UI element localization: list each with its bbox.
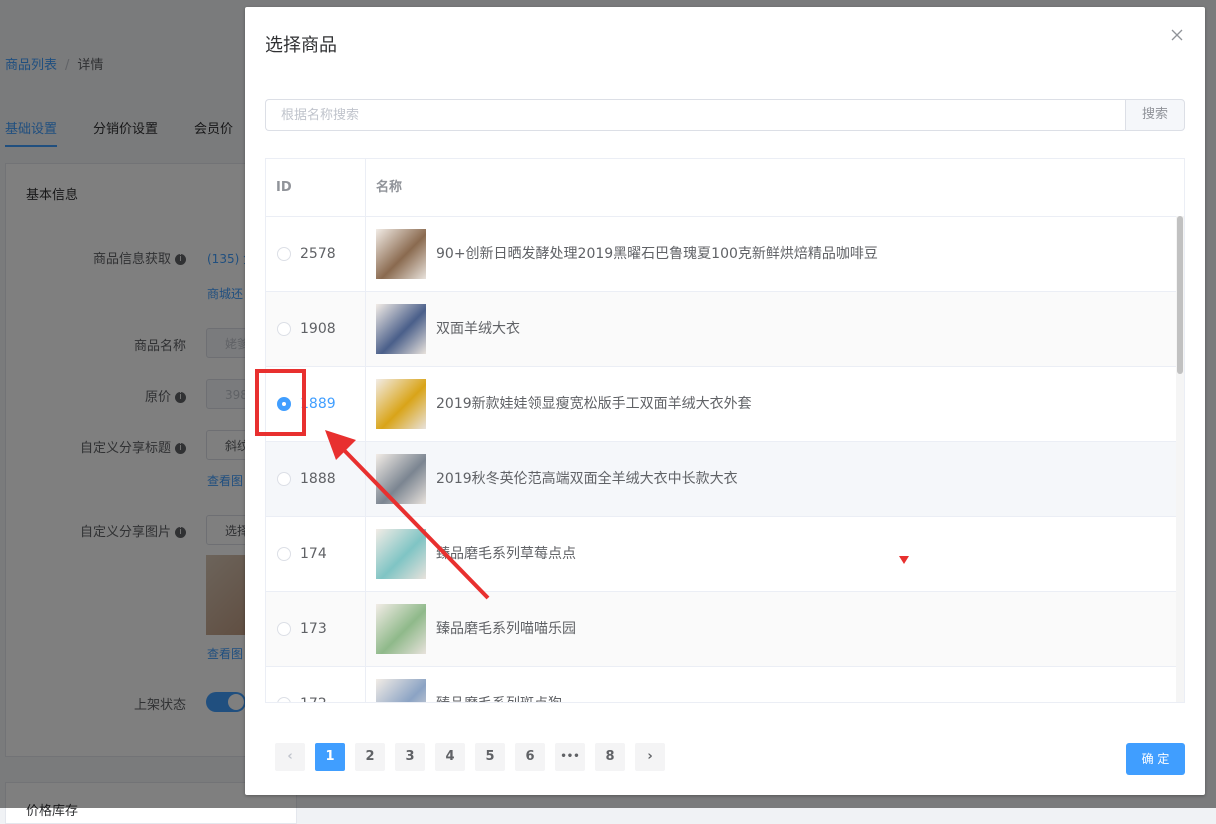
- product-thumbnail: [376, 679, 426, 702]
- table-header: ID 名称: [266, 159, 1176, 217]
- name-cell: 90+创新日晒发酵处理2019黑曜石巴鲁瑰夏100克新鲜烘焙精品咖啡豆: [366, 217, 1176, 291]
- product-thumbnail: [376, 604, 426, 654]
- table-row[interactable]: 1889 2019新款娃娃领显瘦宽松版手工双面羊绒大衣外套: [266, 367, 1176, 442]
- product-name: 90+创新日晒发酵处理2019黑曜石巴鲁瑰夏100克新鲜烘焙精品咖啡豆: [436, 246, 878, 262]
- product-name: 臻品磨毛系列斑点狗: [436, 667, 562, 702]
- page-2[interactable]: 2: [355, 743, 385, 771]
- id-cell: 1888: [266, 442, 366, 516]
- select-radio[interactable]: [277, 547, 291, 561]
- page-6[interactable]: 6: [515, 743, 545, 771]
- table-row[interactable]: 173 臻品磨毛系列喵喵乐园: [266, 592, 1176, 667]
- id-cell: 173: [266, 592, 366, 666]
- id-cell: 174: [266, 517, 366, 591]
- search-input[interactable]: [265, 99, 1126, 131]
- name-cell: 臻品磨毛系列斑点狗: [366, 667, 1176, 702]
- table-row[interactable]: 1908 双面羊绒大衣: [266, 292, 1176, 367]
- page-5[interactable]: 5: [475, 743, 505, 771]
- name-cell: 2019新款娃娃领显瘦宽松版手工双面羊绒大衣外套: [366, 367, 1176, 441]
- select-radio[interactable]: [277, 322, 291, 336]
- product-thumbnail: [376, 454, 426, 504]
- id-cell: 172: [266, 667, 366, 702]
- table-row[interactable]: 172 臻品磨毛系列斑点狗: [266, 667, 1176, 702]
- product-thumbnail: [376, 304, 426, 354]
- id-cell: 2578: [266, 217, 366, 291]
- table-body: 2578 90+创新日晒发酵处理2019黑曜石巴鲁瑰夏100克新鲜烘焙精品咖啡豆 1…: [266, 217, 1176, 702]
- select-radio[interactable]: [277, 697, 291, 702]
- product-thumbnail: [376, 379, 426, 429]
- product-thumbnail: [376, 529, 426, 579]
- name-cell: 臻品磨毛系列草莓点点: [366, 517, 1176, 591]
- more-pages-ellipsis[interactable]: •••: [555, 743, 585, 771]
- page-3[interactable]: 3: [395, 743, 425, 771]
- cursor-marker: [899, 556, 909, 564]
- close-icon[interactable]: [1169, 27, 1185, 43]
- prev-page-button[interactable]: ‹: [275, 743, 305, 771]
- page-1[interactable]: 1: [315, 743, 345, 771]
- page-8[interactable]: 8: [595, 743, 625, 771]
- product-id: 1908: [300, 321, 336, 337]
- search-bar: 搜索: [265, 99, 1185, 131]
- name-cell: 2019秋冬英伦范高端双面全羊绒大衣中长款大衣: [366, 442, 1176, 516]
- product-name: 双面羊绒大衣: [436, 321, 520, 337]
- select-radio[interactable]: [277, 472, 291, 486]
- scrollbar-thumb[interactable]: [1177, 216, 1183, 374]
- product-thumbnail: [376, 229, 426, 279]
- search-button[interactable]: 搜索: [1125, 99, 1185, 131]
- product-id: 1888: [300, 471, 336, 487]
- select-radio[interactable]: [277, 622, 291, 636]
- annotation-highlight-box: [255, 369, 306, 436]
- product-id: 174: [300, 546, 327, 562]
- table-row[interactable]: 1888 2019秋冬英伦范高端双面全羊绒大衣中长款大衣: [266, 442, 1176, 517]
- name-cell: 臻品磨毛系列喵喵乐园: [366, 592, 1176, 666]
- table-row[interactable]: 2578 90+创新日晒发酵处理2019黑曜石巴鲁瑰夏100克新鲜烘焙精品咖啡豆: [266, 217, 1176, 292]
- product-id: 173: [300, 621, 327, 637]
- table-row[interactable]: 174 臻品磨毛系列草莓点点: [266, 517, 1176, 592]
- dialog-title: 选择商品: [265, 35, 337, 56]
- table-scrollbar[interactable]: [1176, 216, 1184, 702]
- product-name: 臻品磨毛系列草莓点点: [436, 546, 576, 562]
- page-4[interactable]: 4: [435, 743, 465, 771]
- product-name: 2019新款娃娃领显瘦宽松版手工双面羊绒大衣外套: [436, 396, 752, 412]
- id-cell: 1908: [266, 292, 366, 366]
- confirm-button[interactable]: 确 定: [1126, 743, 1185, 775]
- product-name: 臻品磨毛系列喵喵乐园: [436, 621, 576, 637]
- column-header-name: 名称: [376, 180, 403, 195]
- product-id: 172: [300, 667, 327, 702]
- product-name: 2019秋冬英伦范高端双面全羊绒大衣中长款大衣: [436, 471, 738, 487]
- product-id: 2578: [300, 246, 336, 262]
- next-page-button[interactable]: ›: [635, 743, 665, 771]
- product-table: ID 名称 2578 90+创新日晒发酵处理2019黑曜石巴鲁瑰夏100克新鲜烘焙…: [265, 158, 1185, 703]
- select-product-dialog: 选择商品 搜索 ID 名称 2578 90+创新日晒发酵处理2019黑曜石巴鲁瑰夏…: [245, 7, 1205, 795]
- column-header-id: ID: [266, 159, 366, 216]
- name-cell: 双面羊绒大衣: [366, 292, 1176, 366]
- select-radio[interactable]: [277, 247, 291, 261]
